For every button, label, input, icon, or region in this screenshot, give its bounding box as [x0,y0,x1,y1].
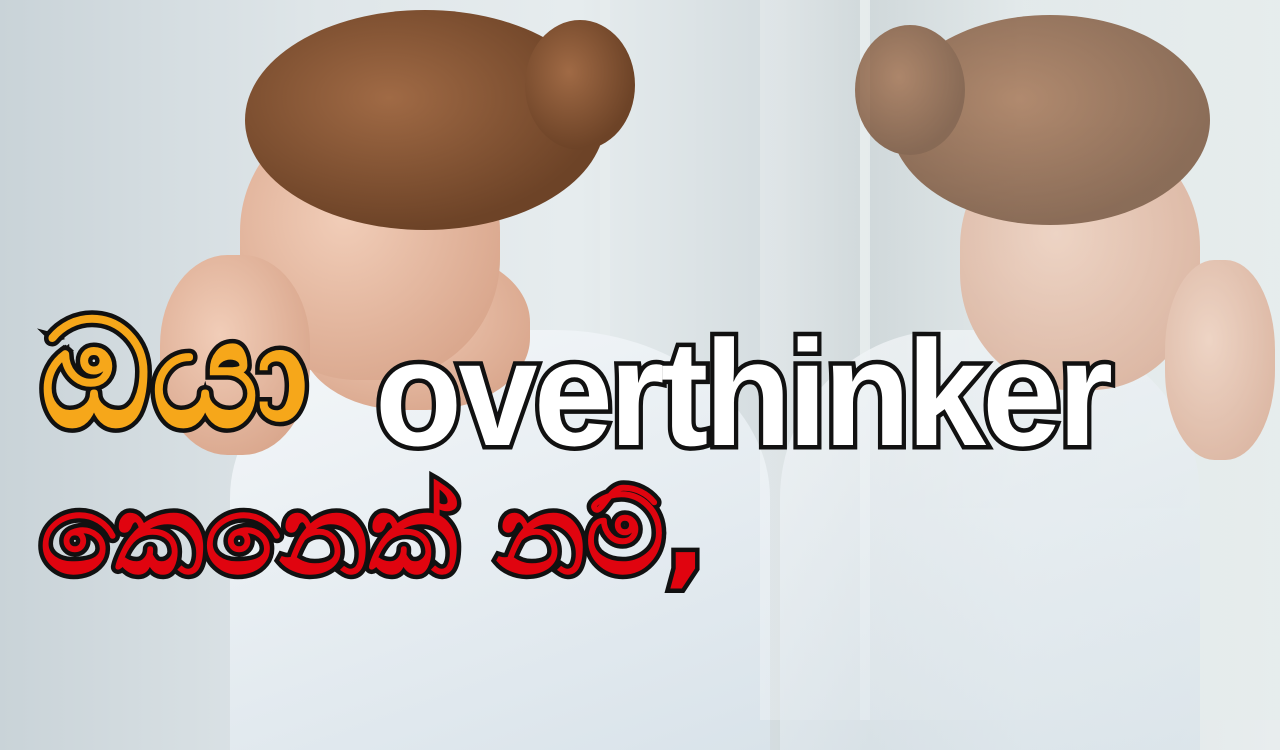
reflection-hair-bun [855,25,965,155]
headline-word-overthinker: overthinker [371,309,1118,477]
headline-line2: කෙනෙක් නම්, [35,471,710,599]
woman-hair-bun [525,20,635,150]
reflection-hand [1165,260,1275,460]
headline-word-oya: ඔයා [35,288,312,462]
